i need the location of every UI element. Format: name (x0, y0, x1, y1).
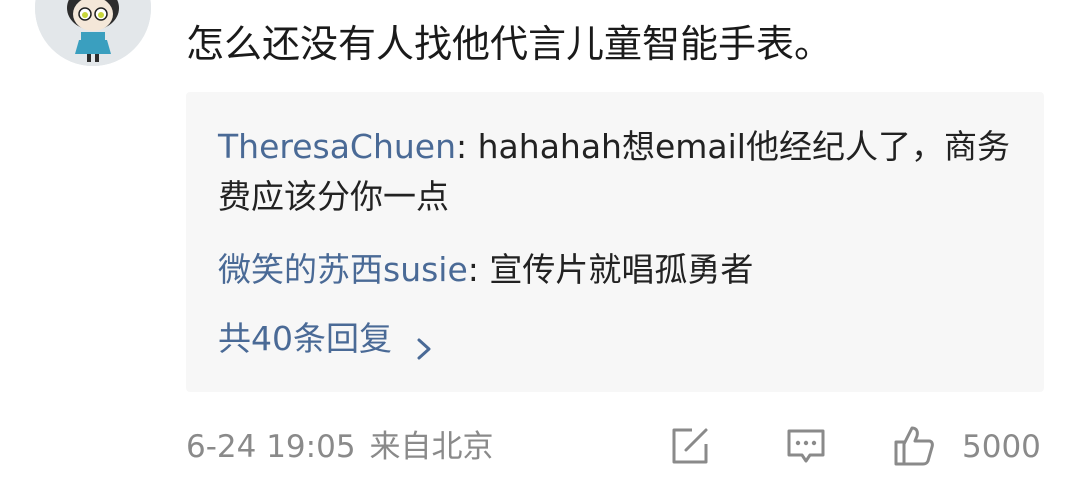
reply-item[interactable]: TheresaChuen: hahahah想email他经纪人了，商务费应该分你… (218, 122, 1018, 222)
reply-separator: : (456, 127, 478, 166)
comment-location: 来自北京 (369, 429, 494, 465)
comment-icon[interactable] (784, 424, 828, 468)
reply-text: 宣传片就唱孤勇者 (489, 250, 754, 289)
comment-text: 怎么还没有人找他代言儿童智能手表。 (186, 22, 833, 66)
reply-author-link[interactable]: 微笑的苏西susie (218, 250, 468, 289)
reply-author-link[interactable]: TheresaChuen (218, 127, 456, 166)
more-replies-link[interactable]: 共40条回复 (218, 314, 434, 364)
reply-separator: : (467, 250, 490, 289)
chevron-right-icon (414, 326, 434, 360)
replies-box[interactable]: TheresaChuen: hahahah想email他经纪人了，商务费应该分你… (186, 92, 1044, 392)
avatar-image (35, 0, 151, 66)
more-replies-label: 共40条回复 (218, 319, 392, 358)
avatar[interactable] (35, 0, 151, 66)
comment-date: 6-24 19:05 (186, 429, 356, 465)
share-icon[interactable] (668, 424, 712, 468)
like-count: 5000 (962, 429, 1041, 465)
comment-meta: 6-24 19:05 来自北京 (186, 424, 494, 470)
reply-item[interactable]: 微笑的苏西susie: 宣传片就唱孤勇者 (218, 245, 753, 295)
comment-footer: 6-24 19:05 来自北京 5000 (186, 420, 1046, 474)
thumbs-up-icon[interactable] (892, 424, 936, 468)
